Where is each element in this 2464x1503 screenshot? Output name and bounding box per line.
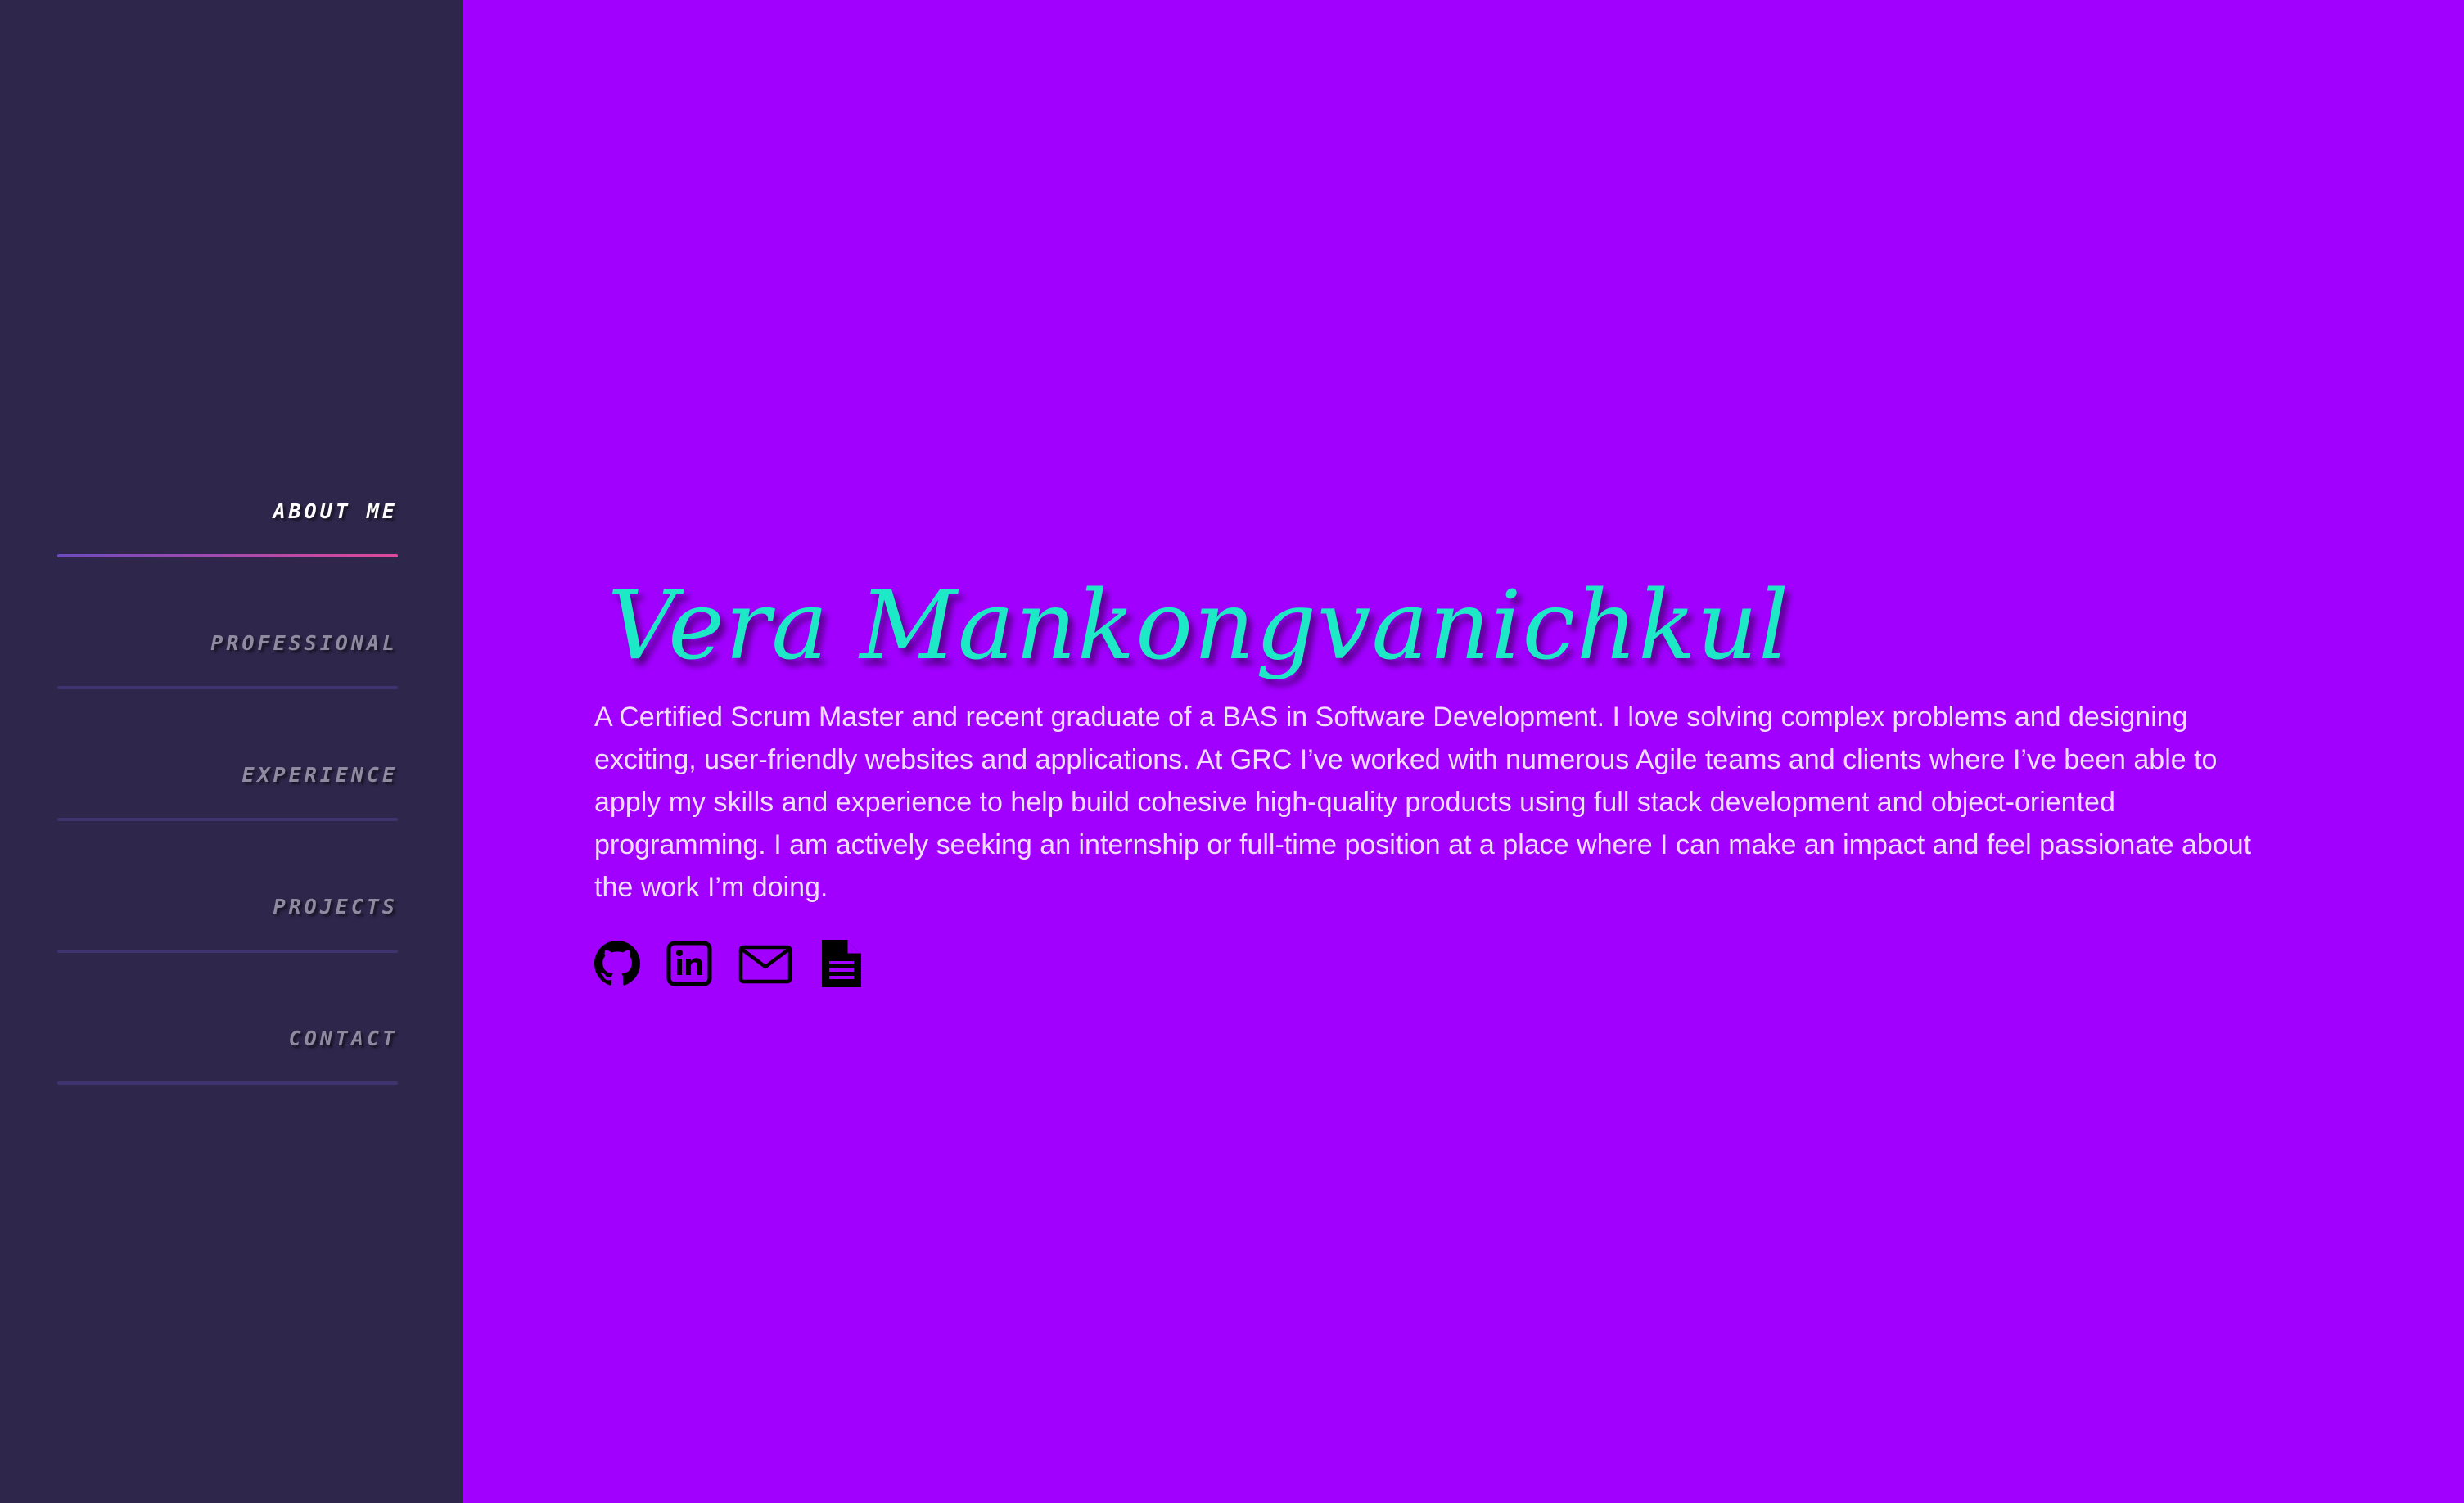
sidebar-item-about-me[interactable]: About Me	[57, 476, 398, 608]
sidebar-item-experience[interactable]: Experience	[57, 740, 398, 872]
page-title: Vera Mankongvanichkul	[607, 571, 1790, 681]
social-links	[594, 937, 2281, 991]
sidebar-item-underline	[57, 686, 398, 689]
sidebar-item-underline-active	[57, 554, 398, 557]
sidebar: About Me Professional Experience Project…	[0, 0, 463, 1503]
sidebar-item-label: Contact	[288, 1027, 398, 1050]
github-icon[interactable]	[594, 941, 640, 986]
sidebar-item-underline	[57, 950, 398, 953]
about-me-section: Vera Mankongvanichkul A Certified Scrum …	[594, 565, 2281, 991]
sidebar-nav: About Me Professional Experience Project…	[57, 476, 398, 1135]
sidebar-item-professional[interactable]: Professional	[57, 608, 398, 740]
sidebar-item-label: Projects	[273, 895, 398, 918]
sidebar-item-contact[interactable]: Contact	[57, 1004, 398, 1135]
sidebar-item-underline	[57, 1081, 398, 1085]
bio-paragraph: A Certified Scrum Master and recent grad…	[594, 702, 2252, 903]
sidebar-item-underline	[57, 818, 398, 821]
email-icon[interactable]	[738, 941, 792, 986]
sidebar-item-label: Professional	[210, 631, 398, 655]
resume-document-icon[interactable]	[819, 937, 864, 991]
linkedin-icon[interactable]	[666, 941, 712, 986]
sidebar-item-label: Experience	[241, 763, 398, 787]
sidebar-item-projects[interactable]: Projects	[57, 872, 398, 1004]
sidebar-item-label: About Me	[273, 499, 398, 523]
